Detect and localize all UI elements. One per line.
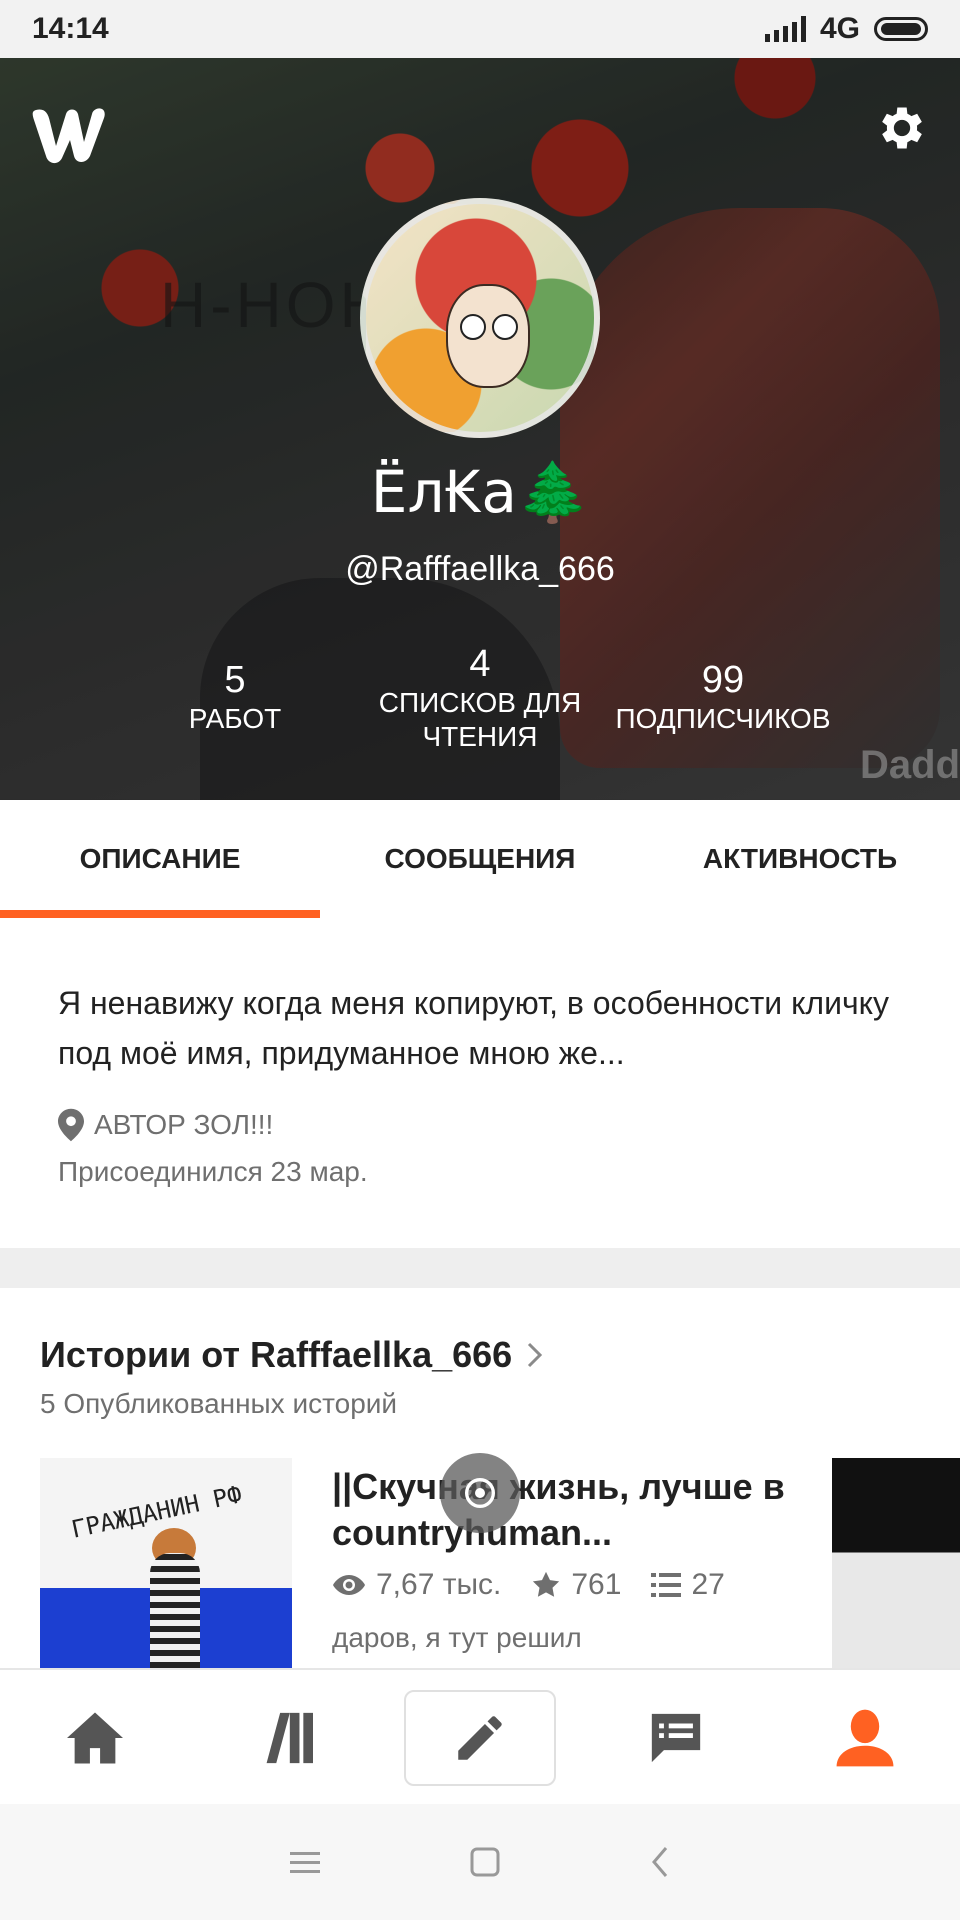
works-count[interactable]: 5 РАБОТ	[125, 658, 345, 736]
floating-action-button[interactable]	[440, 1453, 520, 1533]
library-icon	[266, 1712, 314, 1764]
avatar[interactable]	[360, 198, 600, 438]
parts-stat: 27	[651, 1568, 725, 1602]
back-icon[interactable]	[650, 1846, 670, 1878]
nav-write[interactable]	[403, 1690, 556, 1786]
nav-library[interactable]	[214, 1683, 354, 1793]
menu-icon[interactable]	[290, 1850, 320, 1874]
joined-date: Присоединился 23 мар.	[58, 1156, 368, 1187]
section-divider	[0, 1248, 960, 1288]
tab-about[interactable]: ОПИСАНИЕ	[0, 800, 320, 918]
story-stats: 7,67 тыс. 761 27	[332, 1568, 725, 1602]
gear-icon[interactable]	[874, 100, 930, 156]
status-time: 14:14	[32, 12, 109, 45]
status-bar: 14:14 4G	[0, 0, 960, 58]
display-name: Ёл₭а🌲	[370, 458, 590, 526]
story-cover-next[interactable]	[832, 1458, 960, 1668]
votes-stat: 761	[531, 1568, 621, 1602]
stories-section: Истории от Rafffaellka_666 5 Опубликован…	[0, 1288, 960, 1668]
story-cover[interactable]: ГРАЖДАНИН РФ	[40, 1458, 292, 1668]
avatar-eye	[492, 314, 518, 340]
avatar-eye	[460, 314, 486, 340]
story-description: даров, я тут решил	[332, 1622, 582, 1653]
profile-description: Я ненавижу когда меня копируют, в особен…	[58, 985, 889, 1071]
parts-count: 27	[691, 1568, 725, 1601]
avatar-face	[446, 284, 530, 388]
location-text: АВТОР ЗОЛ!!!	[94, 1109, 274, 1140]
stat-value: 5	[224, 659, 246, 701]
stat-label: ПОДПИСЧИКОВ	[615, 703, 831, 734]
eye-icon	[333, 1575, 365, 1595]
system-navigation	[0, 1804, 960, 1920]
username: @Rafffaellka_666	[345, 550, 615, 588]
votes-count: 761	[571, 1568, 622, 1601]
location-row: АВТОР ЗОЛ!!!	[58, 1108, 273, 1142]
followers-count[interactable]: 99 ПОДПИСЧИКОВ	[613, 658, 833, 736]
signal-icon	[764, 16, 806, 42]
stat-value: 4	[469, 643, 491, 685]
wattpad-logo-icon[interactable]	[30, 98, 110, 168]
status-indicators: 4G	[764, 12, 928, 46]
profile-tabs: ОПИСАНИЕ СООБЩЕНИЯ АКТИВНОСТЬ	[0, 800, 960, 918]
refresh-icon	[465, 1478, 495, 1508]
story-title[interactable]: ||Скучная жизнь, лучше в countryhuman...	[332, 1464, 792, 1556]
chevron-right-icon	[528, 1342, 543, 1368]
bottom-navigation	[0, 1668, 960, 1806]
about-section: Я ненавижу когда меня копируют, в особен…	[0, 918, 960, 1248]
nav-messages[interactable]	[606, 1683, 746, 1793]
home-icon	[66, 1712, 123, 1764]
stories-count: 5 Опубликованных историй	[40, 1388, 398, 1419]
cover-figure	[150, 1553, 200, 1668]
stat-value: 99	[701, 659, 745, 701]
stories-title: Истории от Rafffaellka_666	[40, 1334, 513, 1375]
star-icon	[533, 1571, 560, 1597]
stat-label: РАБОТ	[188, 703, 282, 734]
network-type: 4G	[819, 12, 860, 45]
tab-messages[interactable]: СООБЩЕНИЯ	[320, 800, 640, 918]
profile-header: Н-НОН Dadd Ёл₭а🌲 @Rafffaellka_666 5 РАБО…	[0, 58, 960, 800]
location-pin-icon	[58, 1108, 84, 1142]
battery-icon	[874, 17, 928, 41]
stat-label: СПИСКОВ ДЛЯ ЧТЕНИЯ	[378, 687, 582, 752]
profile-icon	[836, 1709, 894, 1767]
reading-lists-count[interactable]: 4 СПИСКОВ ДЛЯ ЧТЕНИЯ	[370, 642, 590, 754]
header-watermark: Dadd	[860, 743, 960, 787]
pencil-icon	[458, 1716, 502, 1760]
views-stat: 7,67 тыс.	[332, 1568, 501, 1602]
views-count: 7,67 тыс.	[376, 1568, 502, 1601]
list-icon	[651, 1573, 682, 1597]
stories-header[interactable]: Истории от Rafffaellka_666	[40, 1334, 544, 1376]
nav-home[interactable]	[25, 1683, 165, 1793]
tab-activity[interactable]: АКТИВНОСТЬ	[640, 800, 960, 918]
chat-icon	[651, 1713, 700, 1763]
home-square-icon[interactable]	[470, 1847, 500, 1877]
nav-profile[interactable]	[795, 1683, 935, 1793]
